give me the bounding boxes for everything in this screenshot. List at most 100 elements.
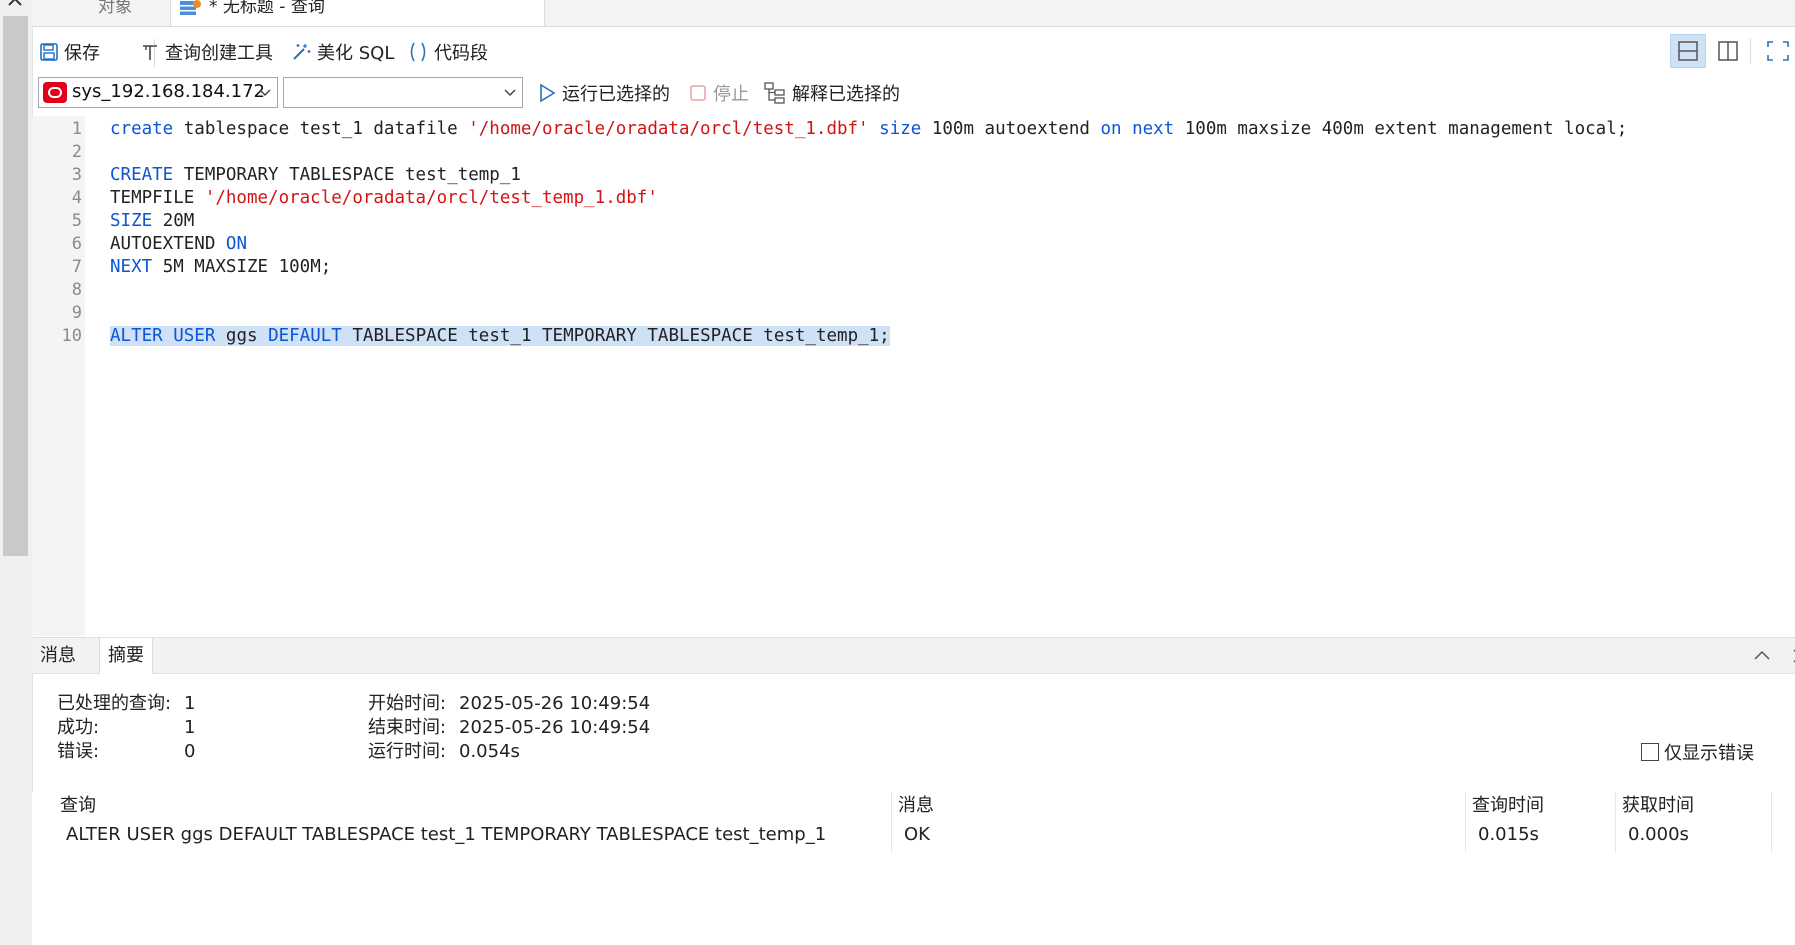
explain-selected-button[interactable]: 解释已选择的 bbox=[763, 76, 900, 110]
split-horizontal-view-button[interactable] bbox=[1670, 34, 1706, 68]
sql-text: TABLESPACE test_1 TEMPORARY TABLESPACE t… bbox=[341, 326, 890, 346]
sql-text: TEMPFILE bbox=[110, 188, 205, 208]
main-toolbar: 保存 查询创建工具 美化 SQL 代码段 bbox=[32, 33, 1795, 71]
line-number: 1 bbox=[71, 119, 82, 139]
line-number: 9 bbox=[71, 303, 82, 323]
save-button[interactable]: 保存 bbox=[39, 33, 100, 71]
code-line[interactable]: AUTOEXTEND ON bbox=[110, 233, 247, 256]
code-line[interactable]: NEXT 5M MAXSIZE 100M; bbox=[110, 256, 331, 279]
sql-string: '/home/oracle/oradata/orcl/test_1.dbf' bbox=[468, 119, 869, 139]
stop-button[interactable]: 停止 bbox=[688, 76, 749, 110]
chevron-up-icon[interactable] bbox=[1752, 646, 1772, 666]
cell-query-time[interactable]: 0.015s bbox=[1466, 818, 1616, 852]
sql-text: AUTOEXTEND bbox=[110, 234, 226, 254]
show-errors-only-label: 仅显示错误 bbox=[1664, 743, 1754, 764]
database-select[interactable] bbox=[283, 77, 523, 108]
query-builder-button[interactable]: 查询创建工具 bbox=[140, 33, 273, 71]
magic-wand-icon bbox=[293, 44, 311, 60]
code-snippet-button[interactable]: 代码段 bbox=[407, 33, 488, 71]
cell-query[interactable]: ALTER USER ggs DEFAULT TABLESPACE test_1… bbox=[32, 818, 892, 852]
column-header-query-time[interactable]: 查询时间 bbox=[1466, 792, 1616, 818]
left-scrollbar-thumb[interactable] bbox=[3, 16, 28, 556]
sql-text: tablespace test_1 datafile bbox=[173, 119, 469, 139]
sql-text: ggs bbox=[215, 326, 269, 346]
split-vertical-icon bbox=[1718, 41, 1738, 61]
fullscreen-button[interactable] bbox=[1760, 34, 1795, 68]
code-snippet-label: 代码段 bbox=[434, 43, 488, 64]
sql-keyword: on bbox=[1100, 119, 1122, 139]
sql-keyword: next bbox=[1132, 119, 1175, 139]
column-header-message[interactable]: 消息 bbox=[892, 792, 1466, 818]
explain-plan-icon bbox=[764, 82, 785, 104]
query-table-icon bbox=[179, 0, 201, 16]
line-number: 8 bbox=[71, 280, 82, 300]
split-vertical-view-button[interactable] bbox=[1710, 34, 1746, 68]
save-icon bbox=[40, 43, 58, 61]
code-line[interactable]: CREATE TEMPORARY TABLESPACE test_temp_1 bbox=[110, 164, 521, 187]
chevron-up-icon[interactable] bbox=[6, 0, 24, 12]
success-value: 1 bbox=[184, 717, 196, 738]
connection-select[interactable]: sys_192.168.184.172 bbox=[38, 77, 278, 108]
beautify-sql-button[interactable]: 美化 SQL bbox=[290, 33, 394, 71]
run-selected-label: 运行已选择的 bbox=[562, 84, 670, 105]
sql-keyword: ON bbox=[225, 234, 247, 254]
table-header-row: 查询 消息 查询时间 获取时间 bbox=[32, 792, 1772, 819]
sql-keyword: size bbox=[879, 119, 922, 139]
sql-keyword: DEFAULT bbox=[268, 326, 342, 346]
cell-fetch-time[interactable]: 0.000s bbox=[1616, 818, 1772, 852]
fullscreen-icon bbox=[1767, 41, 1789, 61]
line-number-gutter: 1 2 3 4 5 6 7 8 9 10 bbox=[32, 116, 85, 636]
oracle-logo-icon bbox=[43, 82, 67, 103]
query-builder-icon bbox=[143, 45, 157, 60]
tab-messages[interactable]: 消息 bbox=[32, 638, 84, 673]
end-time-label: 结束时间: bbox=[368, 717, 447, 738]
code-line[interactable]: TEMPFILE '/home/oracle/oradata/orcl/test… bbox=[110, 187, 658, 210]
line-number: 6 bbox=[71, 234, 82, 254]
column-header-fetch-time[interactable]: 获取时间 bbox=[1616, 792, 1772, 818]
code-line[interactable]: create tablespace test_1 datafile '/home… bbox=[110, 118, 1627, 141]
column-header-query[interactable]: 查询 bbox=[32, 792, 892, 818]
processed-label: 已处理的查询: bbox=[57, 693, 172, 714]
tab-summary-label: 摘要 bbox=[108, 645, 144, 666]
code-line[interactable]: ALTER USER ggs DEFAULT TABLESPACE test_1… bbox=[110, 325, 890, 348]
table-row[interactable]: ALTER USER ggs DEFAULT TABLESPACE test_1… bbox=[32, 818, 1772, 853]
split-horizontal-icon bbox=[1678, 41, 1698, 61]
explain-selected-label: 解释已选择的 bbox=[792, 84, 900, 105]
results-tab-bar: 消息 摘要 bbox=[32, 637, 1795, 674]
sql-keyword: SIZE bbox=[110, 211, 153, 231]
elapsed-time-label: 运行时间: bbox=[368, 741, 447, 762]
sql-text: 100m autoextend bbox=[921, 119, 1101, 139]
error-label: 错误: bbox=[57, 741, 100, 762]
line-number: 7 bbox=[71, 257, 82, 277]
tab-query[interactable]: * 无标题 - 查询 bbox=[170, 0, 545, 26]
document-tab-bar: 对象 * 无标题 - 查询 bbox=[32, 0, 1795, 27]
sql-keyword: ALTER bbox=[110, 326, 163, 346]
sql-keyword: CREATE bbox=[110, 165, 174, 185]
sql-editor[interactable]: 1 2 3 4 5 6 7 8 9 10 create tablespace test_1 dat… bbox=[32, 116, 1795, 636]
sql-keyword: create bbox=[110, 119, 174, 139]
run-selected-button[interactable]: 运行已选择的 bbox=[537, 76, 670, 110]
line-number: 3 bbox=[71, 165, 82, 185]
code-line[interactable]: SIZE 20M bbox=[110, 210, 194, 233]
end-time-value: 2025-05-26 10:49:54 bbox=[459, 717, 651, 738]
tab-query-label: * 无标题 - 查询 bbox=[209, 0, 325, 17]
line-number: 2 bbox=[71, 142, 82, 162]
chevron-down-icon bbox=[502, 84, 518, 100]
show-errors-only-checkbox[interactable]: 仅显示错误 bbox=[1641, 740, 1754, 764]
tab-objects[interactable]: 对象 bbox=[68, 0, 168, 26]
start-time-label: 开始时间: bbox=[368, 693, 447, 714]
stop-label: 停止 bbox=[713, 84, 749, 105]
close-icon[interactable] bbox=[1790, 646, 1795, 666]
sql-keyword: USER bbox=[173, 326, 216, 346]
connection-value: sys_192.168.184.172 bbox=[72, 81, 265, 102]
checkbox-box[interactable] bbox=[1641, 743, 1659, 761]
start-time-value: 2025-05-26 10:49:54 bbox=[459, 693, 651, 714]
tab-objects-label: 对象 bbox=[98, 0, 132, 17]
tab-summary[interactable]: 摘要 bbox=[99, 638, 153, 674]
cell-message[interactable]: OK bbox=[892, 818, 1466, 852]
parentheses-icon bbox=[410, 42, 426, 62]
play-icon bbox=[540, 83, 556, 103]
line-number: 10 bbox=[61, 326, 82, 346]
beautify-sql-label: 美化 SQL bbox=[317, 43, 395, 64]
